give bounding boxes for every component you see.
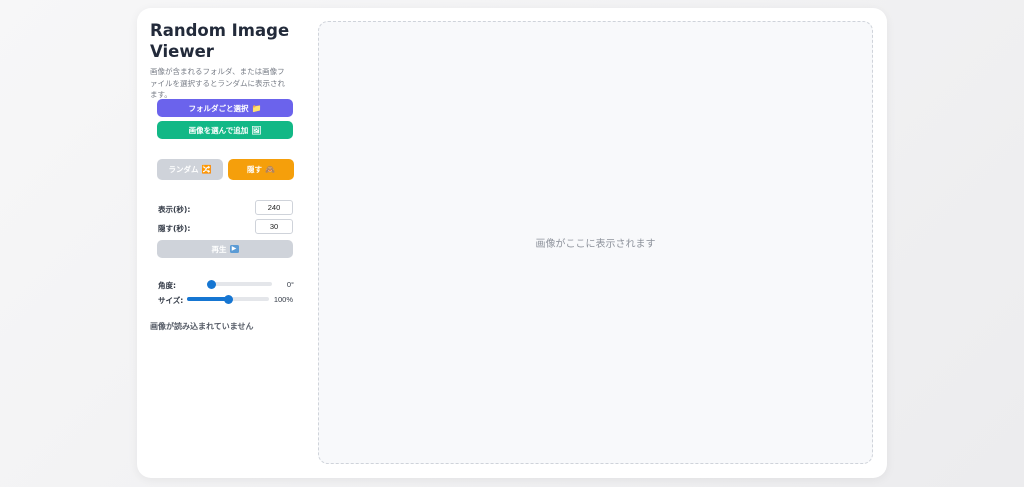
app-title: Random Image Viewer <box>150 21 290 61</box>
show-seconds-label: 表示(秒): <box>158 205 191 214</box>
see-no-evil-icon: 🙈 <box>265 165 275 174</box>
hide-button[interactable]: 隠す 🙈 <box>228 159 294 180</box>
select-folder-button[interactable]: フォルダごと選択 📁 <box>157 99 293 117</box>
image-viewer-area[interactable]: 画像がここに表示されます <box>318 21 873 464</box>
angle-slider-thumb[interactable] <box>206 279 216 289</box>
hide-seconds-input[interactable]: 30 <box>255 219 293 234</box>
status-text: 画像が読み込まれていません <box>150 322 254 331</box>
angle-value: 0° <box>286 280 294 289</box>
hide-label: 隠す <box>247 165 263 174</box>
viewer-placeholder: 画像がここに表示されます <box>535 239 656 250</box>
random-button[interactable]: ランダム 🔀 <box>157 159 223 180</box>
folder-icon: 📁 <box>251 103 262 113</box>
show-seconds-input[interactable]: 240 <box>255 200 293 215</box>
size-slider-fill <box>187 297 228 301</box>
main-card: Random Image Viewer 画像が含まれるフォルダ、または画像ファイ… <box>137 8 887 478</box>
size-label: サイズ: <box>158 296 184 305</box>
angle-label: 角度: <box>158 281 176 290</box>
shuffle-icon: 🔀 <box>201 165 212 174</box>
hide-seconds-label: 隠す(秒): <box>158 224 191 233</box>
size-slider-thumb[interactable] <box>223 294 233 304</box>
add-images-label: 画像を選んで追加 <box>188 125 249 135</box>
sidebar: Random Image Viewer 画像が含まれるフォルダ、または画像ファイ… <box>150 20 300 101</box>
picture-icon: 🖼 <box>251 125 262 135</box>
size-slider[interactable] <box>187 294 269 304</box>
size-value: 100% <box>273 295 293 304</box>
random-label: ランダム <box>168 165 199 174</box>
play-button[interactable]: 再生 ▶ <box>157 240 293 258</box>
play-label: 再生 <box>211 244 227 254</box>
app-description: 画像が含まれるフォルダ、または画像ファイルを選択するとランダムに表示されます。 <box>150 67 285 99</box>
add-images-button[interactable]: 画像を選んで追加 🖼 <box>157 121 293 139</box>
select-folder-label: フォルダごと選択 <box>188 103 249 113</box>
play-icon: ▶ <box>229 245 239 253</box>
angle-slider[interactable] <box>206 279 272 289</box>
